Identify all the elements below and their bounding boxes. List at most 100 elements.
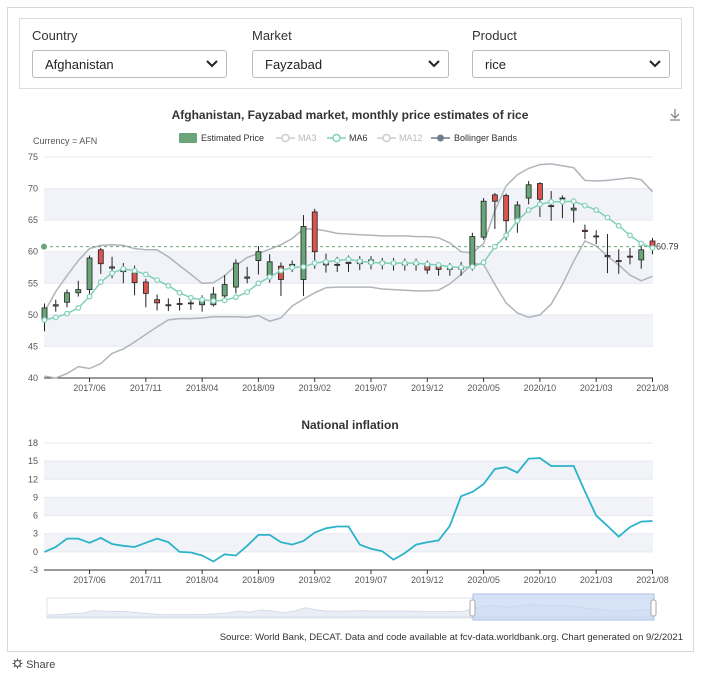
download-icon[interactable] bbox=[670, 109, 680, 121]
candle bbox=[345, 262, 352, 264]
legend-ma6[interactable]: MA6 bbox=[327, 133, 368, 143]
gear-icon bbox=[12, 658, 23, 669]
x-tick-label: 2020/10 bbox=[524, 575, 557, 585]
legend-bollinger[interactable]: Bollinger Bands bbox=[431, 133, 518, 143]
ma6-point bbox=[627, 232, 633, 239]
legend-estimated-price[interactable]: Estimated Price bbox=[179, 133, 264, 143]
ma6-point bbox=[424, 261, 431, 268]
x-tick-label: 2017/11 bbox=[130, 383, 162, 393]
price-plot: 40 45 50 55 60 65 70 75 2017/06 2017/11 2018/04 201… bbox=[28, 152, 679, 393]
ma6-point bbox=[154, 277, 160, 284]
y-tick-label: 65 bbox=[28, 215, 38, 225]
x-tick-label: 2018/04 bbox=[186, 575, 219, 585]
x-tick-label: 2019/12 bbox=[411, 383, 444, 393]
x-tick-label: 2017/06 bbox=[73, 383, 106, 393]
ma6-point bbox=[390, 260, 397, 266]
y-tick-label: 6 bbox=[33, 511, 38, 521]
ma6-point bbox=[142, 271, 149, 278]
ma6-point bbox=[582, 202, 588, 209]
y-tick-label: -3 bbox=[30, 565, 38, 575]
y-tick-label: 18 bbox=[28, 438, 38, 448]
y-tick-label: 9 bbox=[33, 492, 38, 502]
candle bbox=[244, 276, 251, 279]
ma6-point bbox=[255, 280, 262, 287]
ma6-point bbox=[300, 263, 307, 270]
candle bbox=[627, 255, 633, 258]
candle bbox=[300, 226, 307, 280]
ma6-point bbox=[548, 198, 555, 205]
legend-label-estimated-price: Estimated Price bbox=[201, 133, 264, 143]
ma6-point bbox=[559, 198, 566, 205]
candle bbox=[615, 260, 622, 262]
x-tick-label: 2019/02 bbox=[298, 383, 331, 393]
zoom-selection[interactable] bbox=[472, 593, 655, 621]
candle bbox=[311, 211, 318, 253]
ma6-point bbox=[491, 243, 498, 250]
ma6-point bbox=[379, 260, 386, 266]
ma6-point bbox=[334, 257, 341, 264]
candle bbox=[570, 207, 577, 211]
candle bbox=[593, 235, 600, 238]
last-price-label: 60.79 bbox=[656, 242, 679, 252]
ma6-point bbox=[86, 293, 93, 300]
ma6-point bbox=[289, 264, 296, 271]
candle bbox=[255, 251, 262, 261]
candle bbox=[638, 249, 645, 261]
ma6-point bbox=[233, 294, 239, 301]
legend-ma3[interactable]: MA3 bbox=[276, 133, 317, 143]
ma6-point bbox=[525, 207, 532, 213]
price-chart-title: Afghanistan, Fayzabad market, monthly pr… bbox=[172, 108, 529, 122]
ma6-point bbox=[435, 262, 442, 268]
zoom-slider[interactable] bbox=[46, 593, 657, 621]
candle bbox=[131, 272, 138, 284]
zoom-handle-right[interactable] bbox=[650, 599, 657, 617]
grid-band bbox=[44, 497, 653, 516]
ma6-point bbox=[278, 267, 284, 274]
candle bbox=[176, 303, 183, 305]
ma6-point bbox=[503, 232, 510, 239]
ma6-point bbox=[356, 258, 363, 265]
y-tick-label: 55 bbox=[28, 278, 38, 288]
ma6-point bbox=[537, 201, 543, 208]
ma6-point bbox=[52, 314, 59, 321]
candle bbox=[52, 304, 59, 307]
y-tick-label: 70 bbox=[28, 184, 38, 194]
candle bbox=[221, 284, 228, 297]
ma6-point bbox=[176, 289, 183, 296]
candle bbox=[334, 263, 341, 266]
ma6-point bbox=[458, 264, 464, 271]
candle bbox=[514, 204, 521, 221]
bollinger-upper-line bbox=[43, 163, 654, 313]
grid-band bbox=[44, 461, 653, 480]
y-tick-label: 75 bbox=[28, 152, 38, 162]
share-button[interactable]: Share bbox=[12, 658, 55, 671]
legend: Estimated Price MA3 MA6 MA12 Bollinger B… bbox=[179, 133, 518, 143]
candle bbox=[266, 261, 273, 277]
ma6-point bbox=[97, 279, 104, 285]
legend-ma12[interactable]: MA12 bbox=[377, 133, 423, 143]
x-tick-label: 2017/06 bbox=[73, 575, 106, 585]
x-tick-label: 2019/02 bbox=[298, 575, 331, 585]
candle bbox=[537, 183, 543, 200]
ma6-point bbox=[199, 296, 206, 303]
last-price-marker bbox=[41, 243, 47, 250]
ma6-point bbox=[401, 260, 408, 266]
share-label: Share bbox=[26, 659, 56, 671]
candle bbox=[142, 281, 149, 294]
y-tick-label: 40 bbox=[28, 373, 38, 383]
ma6-point bbox=[649, 245, 656, 251]
ma6-point bbox=[120, 265, 127, 272]
ma6-point bbox=[570, 198, 577, 205]
candle bbox=[75, 289, 82, 294]
candle bbox=[109, 266, 115, 269]
ma6-point bbox=[368, 259, 374, 266]
ma6-point bbox=[604, 214, 611, 221]
x-tick-label: 2020/10 bbox=[524, 383, 557, 393]
ma6-point bbox=[165, 282, 172, 289]
y-tick-label: 45 bbox=[28, 341, 38, 351]
ma6-point bbox=[514, 217, 521, 224]
source-footer: Source: World Bank, DECAT. Data and code… bbox=[220, 632, 683, 643]
x-tick-label: 2018/09 bbox=[242, 383, 275, 393]
zoom-handle-left[interactable] bbox=[469, 599, 476, 617]
x-tick-label: 2019/12 bbox=[411, 575, 444, 585]
